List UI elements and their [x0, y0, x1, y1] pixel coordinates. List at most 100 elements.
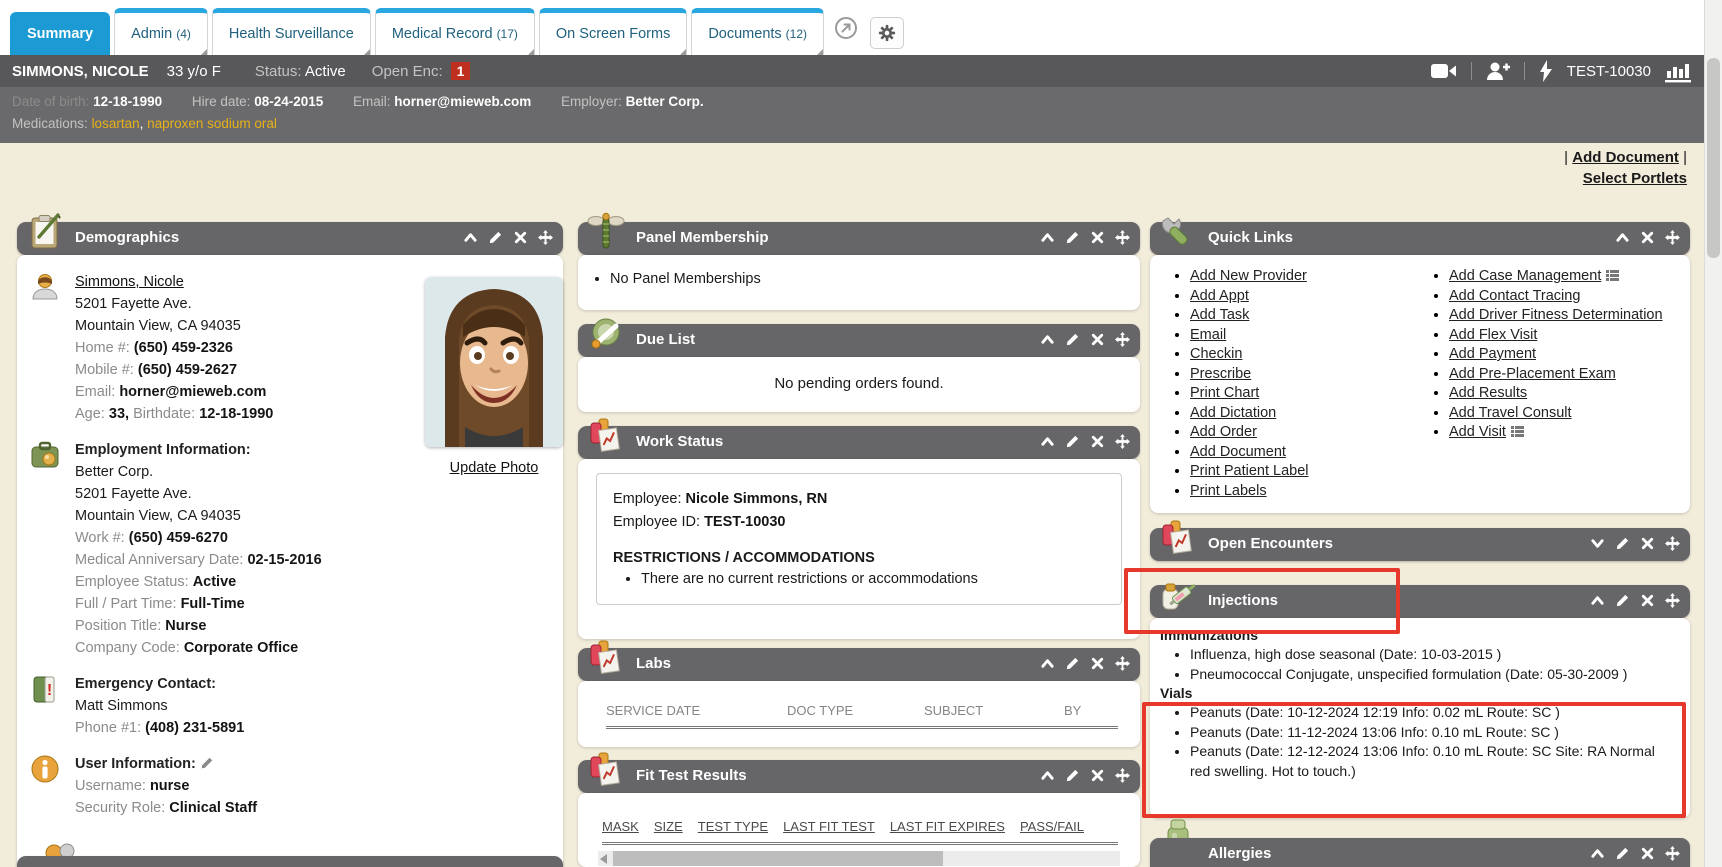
- employer-value: Better Corp.: [626, 94, 704, 109]
- external-link-icon[interactable]: [834, 16, 858, 45]
- edit-icon[interactable]: [1615, 536, 1630, 551]
- move-icon[interactable]: [1665, 846, 1680, 861]
- stats-chart-icon[interactable]: [1665, 59, 1691, 83]
- collapse-icon[interactable]: [1615, 230, 1630, 245]
- edit-icon[interactable]: [1615, 593, 1630, 608]
- due-list-empty: No pending orders found.: [578, 357, 1140, 392]
- close-icon[interactable]: [513, 230, 528, 245]
- portlet-header-partial[interactable]: [17, 856, 563, 867]
- add-person-icon[interactable]: [1486, 61, 1510, 81]
- select-portlets-link[interactable]: Select Portlets: [1583, 170, 1687, 187]
- collapse-icon[interactable]: [1040, 768, 1055, 783]
- vials-chart-icon: [586, 750, 626, 790]
- close-icon[interactable]: [1090, 230, 1105, 245]
- home-phone: (650) 459-2326: [134, 340, 233, 356]
- portlet-body-panel-membership: No Panel Memberships: [578, 255, 1140, 310]
- move-icon[interactable]: [538, 230, 553, 245]
- collapse-icon[interactable]: [1040, 332, 1055, 347]
- labs-table-header: SERVICE DATE DOC TYPE SUBJECT BY: [606, 703, 1118, 729]
- collapse-icon[interactable]: [1040, 656, 1055, 671]
- edit-icon[interactable]: [1065, 332, 1080, 347]
- horizontal-scrollbar[interactable]: [598, 851, 1120, 866]
- quick-link: Add Pre-Placement Exam: [1449, 365, 1684, 385]
- portlet-header-demographics[interactable]: Demographics: [17, 222, 563, 255]
- settings-gear-button[interactable]: [870, 17, 904, 49]
- portlet-header-work-status[interactable]: Work Status: [578, 426, 1140, 459]
- video-camera-icon[interactable]: [1431, 62, 1457, 80]
- close-icon[interactable]: [1640, 846, 1655, 861]
- clipboard-icon: [25, 212, 65, 252]
- work-status-employee: Nicole Simmons, RN: [686, 491, 828, 507]
- vial-item: Peanuts (Date: 12-12-2024 13:06 Info: 0.…: [1190, 742, 1676, 781]
- summary-content: | Add Document | Select Portlets Demogra…: [0, 143, 1705, 867]
- portlet-header-open-encounters[interactable]: Open Encounters: [1150, 528, 1690, 561]
- move-icon[interactable]: [1665, 536, 1680, 551]
- scrollbar-thumb[interactable]: [1707, 58, 1720, 258]
- medication-link[interactable]: losartan: [92, 116, 140, 131]
- tab-health-surveillance[interactable]: Health Surveillance: [212, 8, 371, 55]
- add-document-link[interactable]: Add Document: [1572, 149, 1679, 166]
- open-encounters-badge[interactable]: 1: [451, 62, 471, 80]
- collapse-icon[interactable]: [1040, 230, 1055, 245]
- immunizations-heading: Immunizations: [1160, 626, 1676, 645]
- edit-icon[interactable]: [1065, 656, 1080, 671]
- move-icon[interactable]: [1115, 768, 1130, 783]
- move-icon[interactable]: [1665, 593, 1680, 608]
- quick-link: Add Payment: [1449, 345, 1684, 365]
- close-icon[interactable]: [1090, 434, 1105, 449]
- vial-item: Peanuts (Date: 10-12-2024 12:19 Info: 0.…: [1190, 703, 1676, 723]
- close-icon[interactable]: [1640, 593, 1655, 608]
- portlet-header-due-list[interactable]: Due List: [578, 324, 1140, 357]
- expand-icon[interactable]: [1590, 536, 1605, 551]
- move-icon[interactable]: [1115, 434, 1130, 449]
- close-icon[interactable]: [1640, 230, 1655, 245]
- vials-heading: Vials: [1160, 684, 1676, 703]
- divider: [1524, 62, 1525, 80]
- list-view-icon: [1606, 270, 1619, 281]
- edit-icon[interactable]: [1065, 768, 1080, 783]
- close-icon[interactable]: [1090, 332, 1105, 347]
- collapse-icon[interactable]: [1590, 846, 1605, 861]
- scroll-left-arrow[interactable]: [600, 854, 607, 864]
- vertical-scrollbar[interactable]: [1704, 0, 1722, 867]
- move-icon[interactable]: [1115, 656, 1130, 671]
- patient-name-link[interactable]: Simmons, Nicole: [75, 274, 184, 290]
- quick-link: Add Results: [1449, 384, 1684, 404]
- briefcase-icon: [29, 439, 61, 471]
- tab-medical-record[interactable]: Medical Record(17): [375, 8, 535, 55]
- edit-icon[interactable]: [1065, 230, 1080, 245]
- portlet-header-fit-test-results[interactable]: Fit Test Results: [578, 760, 1140, 793]
- collapse-icon[interactable]: [463, 230, 478, 245]
- medication-link[interactable]: naproxen sodium oral: [147, 116, 277, 131]
- collapse-icon[interactable]: [1590, 593, 1605, 608]
- quick-link: Add Contact Tracing: [1449, 287, 1684, 307]
- edit-icon[interactable]: [488, 230, 503, 245]
- close-icon[interactable]: [1090, 768, 1105, 783]
- quick-link: Add Dictation: [1190, 404, 1425, 424]
- update-photo-link[interactable]: Update Photo: [450, 460, 539, 476]
- edit-icon[interactable]: [1615, 846, 1630, 861]
- edit-user-icon[interactable]: [200, 756, 214, 770]
- portlet-header-labs[interactable]: Labs: [578, 648, 1140, 681]
- tab-summary[interactable]: Summary: [10, 12, 110, 55]
- tab-documents[interactable]: Documents(12): [691, 8, 824, 55]
- restrictions-empty: There are no current restrictions or acc…: [641, 568, 1105, 590]
- close-icon[interactable]: [1090, 656, 1105, 671]
- scrollbar-thumb[interactable]: [613, 851, 943, 866]
- close-icon[interactable]: [1640, 536, 1655, 551]
- portlet-header-injections[interactable]: Injections: [1150, 585, 1690, 618]
- collapse-icon[interactable]: [1040, 434, 1055, 449]
- move-icon[interactable]: [1665, 230, 1680, 245]
- move-icon[interactable]: [1115, 332, 1130, 347]
- quick-link: Add Flex Visit: [1449, 326, 1684, 346]
- lightning-icon[interactable]: [1539, 60, 1553, 82]
- edit-icon[interactable]: [1065, 434, 1080, 449]
- tab-on-screen-forms[interactable]: On Screen Forms: [539, 8, 687, 55]
- portlet-header-panel-membership[interactable]: Panel Membership: [578, 222, 1140, 255]
- quick-link: Add Driver Fitness Determination: [1449, 306, 1684, 326]
- quick-link: Add New Provider: [1190, 267, 1425, 287]
- tab-admin[interactable]: Admin(4): [114, 8, 208, 55]
- portlet-header-allergies[interactable]: Allergies: [1150, 838, 1690, 867]
- portlet-header-quick-links[interactable]: Quick Links: [1150, 222, 1690, 255]
- move-icon[interactable]: [1115, 230, 1130, 245]
